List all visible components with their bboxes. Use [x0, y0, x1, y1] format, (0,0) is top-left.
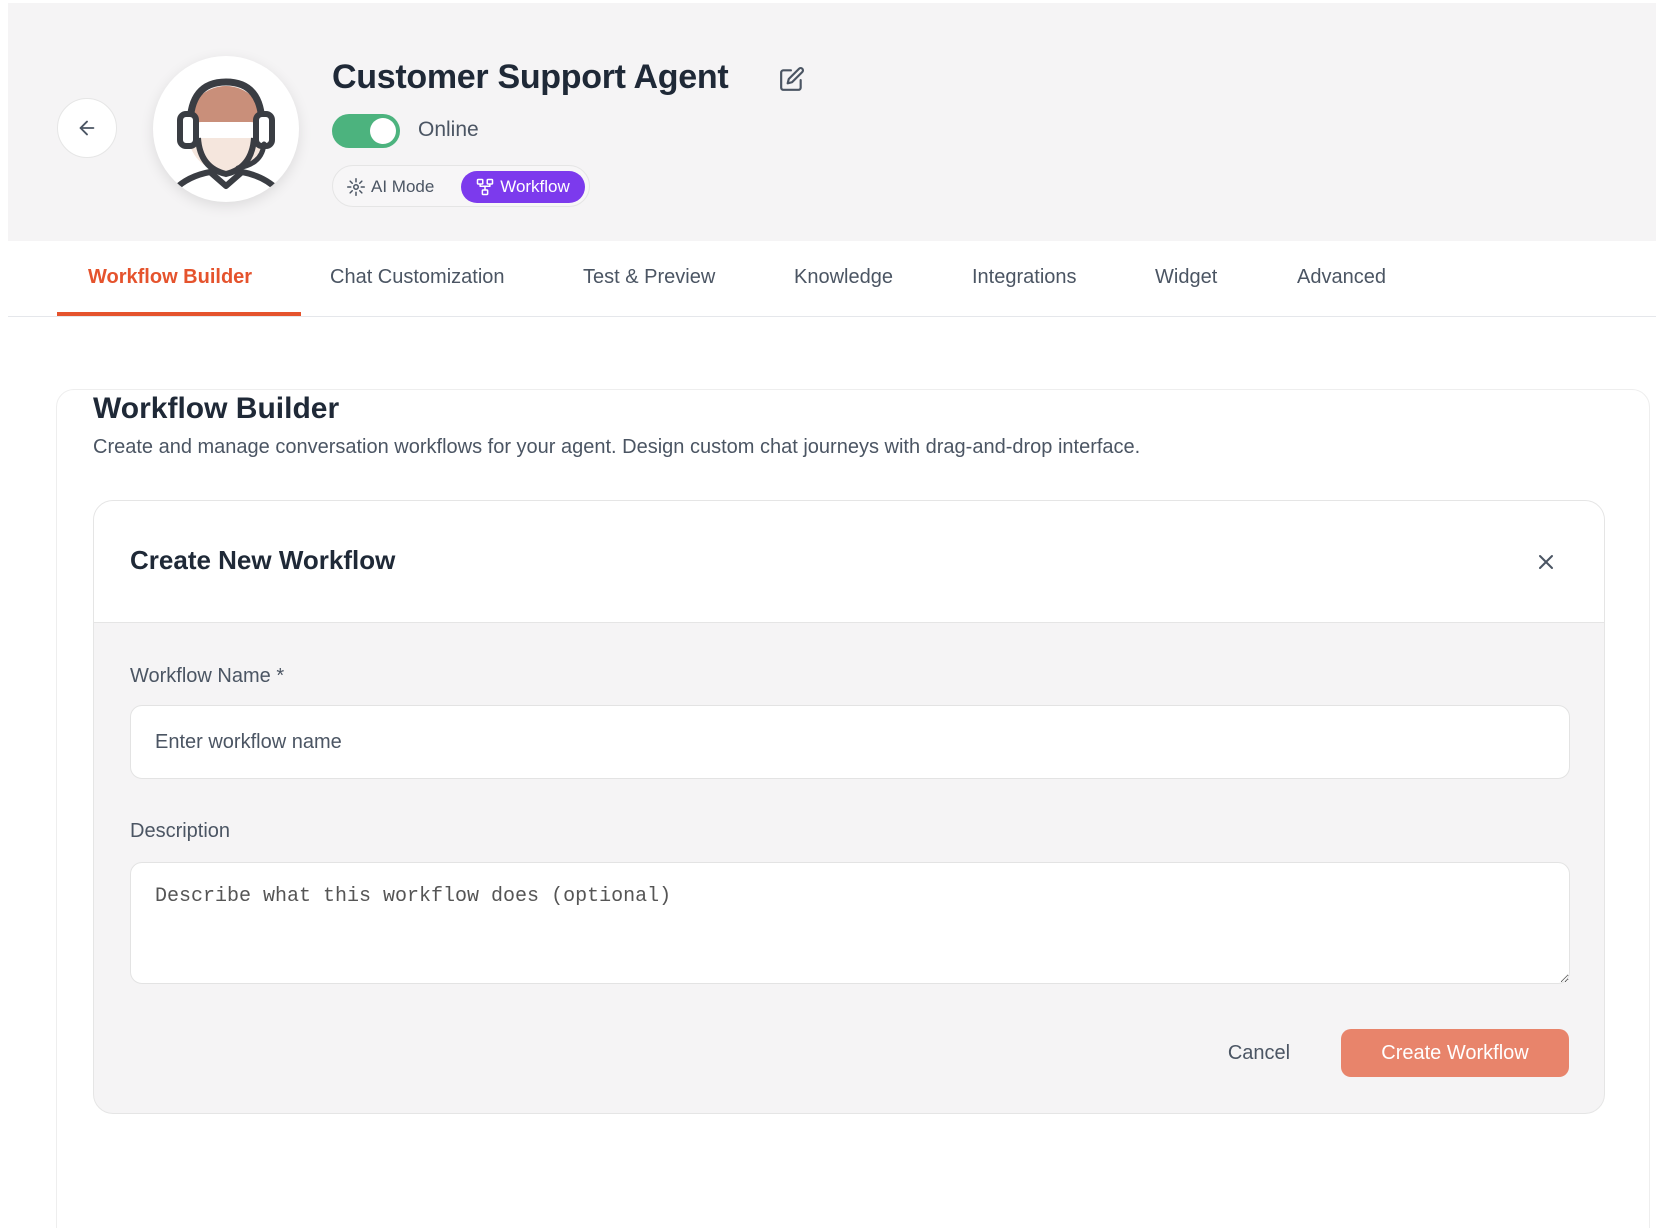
active-tab-indicator [57, 312, 301, 316]
edit-icon [780, 67, 804, 91]
edit-name-button[interactable] [779, 66, 805, 92]
close-icon [1539, 555, 1553, 569]
workflow-mode-option[interactable]: Workflow [461, 171, 585, 203]
workflow-icon [476, 178, 494, 196]
tab-widget[interactable]: Widget [1155, 241, 1217, 317]
section-title: Workflow Builder [93, 392, 340, 425]
sparkle-icon [347, 178, 365, 196]
tab-chat-customization[interactable]: Chat Customization [330, 241, 505, 317]
workflow-name-label: Workflow Name * [130, 665, 285, 687]
section-description: Create and manage conversation workflows… [93, 436, 1141, 458]
arrow-left-icon [79, 120, 95, 136]
page: Customer Support Agent Online AI Mode Wo… [0, 0, 1656, 1228]
online-toggle[interactable] [332, 114, 400, 148]
ai-mode-option[interactable]: AI Mode [347, 172, 434, 202]
left-edge [0, 0, 8, 1228]
toggle-knob [370, 118, 396, 144]
workflow-mode-label: Workflow [500, 177, 570, 196]
tab-integrations[interactable]: Integrations [972, 241, 1077, 317]
panel-header: Create New Workflow [94, 501, 1604, 623]
description-label: Description [130, 820, 231, 842]
agent-header: Customer Support Agent Online AI Mode Wo… [8, 3, 1656, 241]
ai-mode-label: AI Mode [371, 177, 435, 196]
create-workflow-button[interactable]: Create Workflow [1341, 1029, 1569, 1077]
mode-switch: AI Mode Workflow [332, 165, 590, 207]
tab-workflow-builder[interactable]: Workflow Builder [88, 241, 252, 317]
agent-name: Customer Support Agent [332, 58, 729, 96]
back-button[interactable] [57, 98, 117, 158]
headset-agent-icon [171, 78, 281, 193]
close-button[interactable] [1534, 550, 1558, 574]
status-label: Online [418, 118, 479, 141]
avatar [153, 56, 299, 202]
description-textarea[interactable] [130, 862, 1570, 984]
panel-title: Create New Workflow [130, 545, 396, 575]
cancel-button[interactable]: Cancel [1204, 1029, 1314, 1077]
tab-test-preview[interactable]: Test & Preview [583, 241, 715, 317]
workflow-name-input[interactable] [130, 705, 1570, 779]
tab-bar: Workflow Builder Chat Customization Test… [8, 241, 1656, 317]
tab-advanced[interactable]: Advanced [1297, 241, 1386, 317]
tab-knowledge[interactable]: Knowledge [794, 241, 893, 317]
create-workflow-panel: Create New Workflow Workflow Name * Desc… [93, 500, 1605, 1114]
